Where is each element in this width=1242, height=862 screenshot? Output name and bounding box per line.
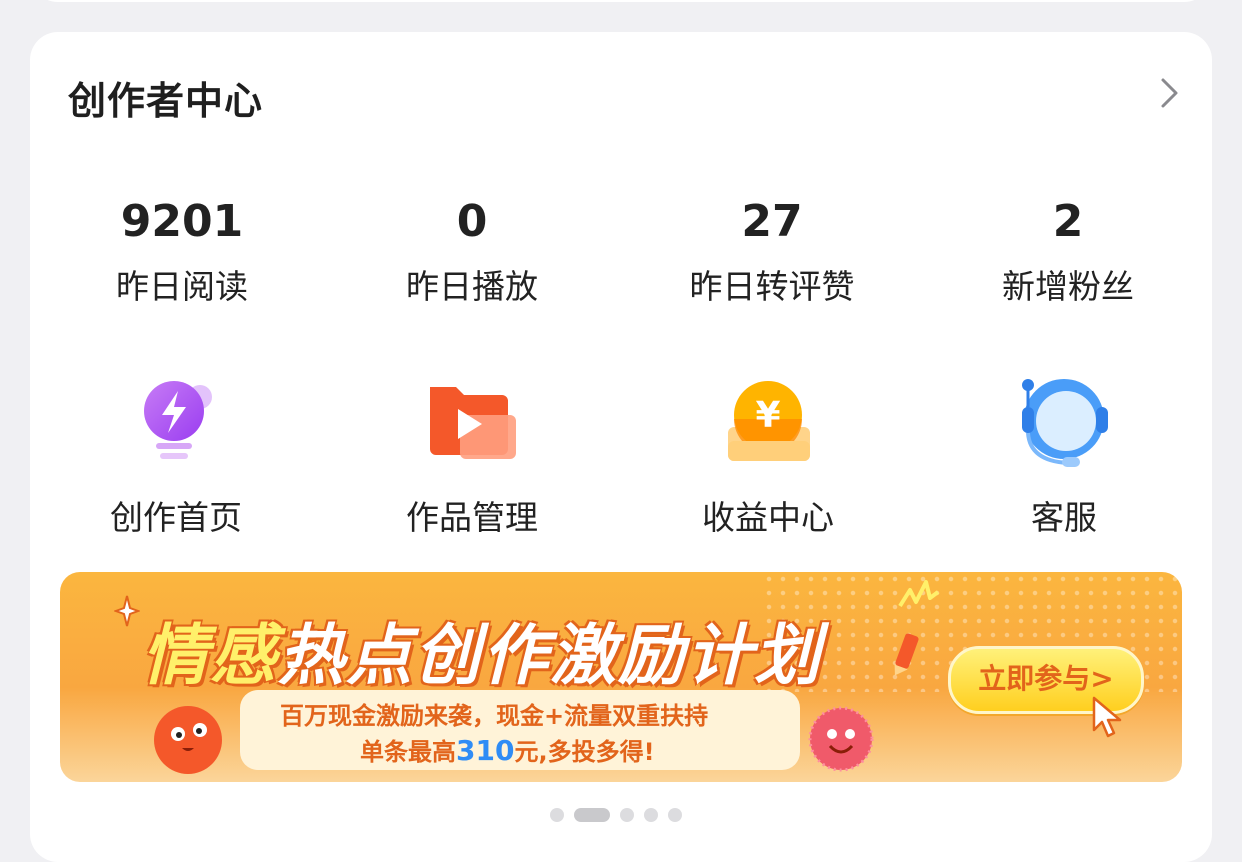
stat-label: 新增粉丝 bbox=[1002, 267, 1134, 306]
banner-subline-2-prefix: 单条最高 bbox=[360, 738, 456, 766]
pager-dot[interactable] bbox=[644, 807, 658, 822]
folder-play-icon bbox=[430, 387, 516, 459]
stat-value: 27 bbox=[741, 196, 803, 247]
stat-new-followers[interactable]: 2 新增粉丝 bbox=[948, 192, 1188, 312]
stat-label: 昨日阅读 bbox=[116, 267, 248, 306]
banner-headline-main: 热点创作激励计划 bbox=[278, 617, 822, 694]
banner-headline: 情感热点创作激励计划 bbox=[142, 602, 822, 698]
pink-mascot-icon bbox=[808, 706, 874, 772]
pager-dot[interactable] bbox=[620, 807, 634, 822]
headset-icon bbox=[1022, 379, 1108, 467]
stat-value: 9201 bbox=[120, 196, 244, 247]
stat-yesterday-plays[interactable]: 0 昨日播放 bbox=[352, 192, 592, 312]
banner-headline-highlight: 情感 bbox=[142, 617, 278, 694]
tool-earnings-center[interactable]: ¥ 收益中心 bbox=[648, 377, 888, 543]
banner-subline-2: 单条最高310元,多投多得! bbox=[360, 732, 655, 767]
tool-label: 客服 bbox=[1031, 498, 1097, 537]
chevron-right-icon[interactable] bbox=[1154, 76, 1184, 110]
tool-label: 收益中心 bbox=[702, 498, 834, 537]
yuan-coin-icon: ¥ bbox=[728, 381, 810, 461]
card-title: 创作者中心 bbox=[68, 79, 264, 123]
banner-subline-2-suffix: 元,多投多得! bbox=[514, 738, 655, 766]
stat-yesterday-engagement[interactable]: 27 昨日转评赞 bbox=[652, 192, 892, 312]
stat-value: 2 bbox=[1052, 196, 1084, 247]
svg-text:¥: ¥ bbox=[755, 395, 780, 436]
banner-subline-1: 百万现金激励来袭，现金+流量双重扶持 bbox=[280, 702, 709, 730]
banner-pagination bbox=[550, 804, 692, 822]
stat-yesterday-reads[interactable]: 9201 昨日阅读 bbox=[62, 192, 302, 312]
stat-label: 昨日转评赞 bbox=[689, 267, 855, 306]
pager-dot-active[interactable] bbox=[574, 807, 610, 822]
tools-row: 创作首页 作品管理 ¥ 收益中心 客服 bbox=[30, 377, 1212, 537]
tool-create-home[interactable]: 创作首页 bbox=[56, 377, 296, 543]
burst-icon bbox=[898, 580, 940, 608]
stat-label: 昨日播放 bbox=[406, 267, 538, 306]
tool-works-management[interactable]: 作品管理 bbox=[352, 377, 592, 543]
cursor-arrow-icon bbox=[1092, 696, 1122, 738]
creator-center-card: 创作者中心 9201 昨日阅读 0 昨日播放 27 昨日转评赞 2 新增粉丝 创… bbox=[30, 32, 1212, 862]
tool-label: 创作首页 bbox=[110, 498, 242, 537]
pencil-icon bbox=[894, 633, 919, 676]
tool-label: 作品管理 bbox=[406, 498, 538, 537]
lightbulb-bolt-icon bbox=[144, 381, 212, 459]
stats-row: 9201 昨日阅读 0 昨日播放 27 昨日转评赞 2 新增粉丝 bbox=[30, 192, 1212, 332]
pager-dot[interactable] bbox=[550, 807, 564, 822]
sparkle-icon bbox=[114, 595, 140, 627]
banner-reward-amount: 310 bbox=[456, 734, 515, 767]
pager-dot[interactable] bbox=[668, 807, 682, 822]
stat-value: 0 bbox=[456, 196, 488, 247]
previous-card-edge bbox=[30, 0, 1212, 2]
orange-mascot-icon bbox=[154, 706, 222, 774]
promo-banner[interactable]: 情感热点创作激励计划 百万现金激励来袭，现金+流量双重扶持 单条最高310元,多… bbox=[60, 572, 1182, 782]
tool-customer-service[interactable]: 客服 bbox=[944, 377, 1184, 543]
